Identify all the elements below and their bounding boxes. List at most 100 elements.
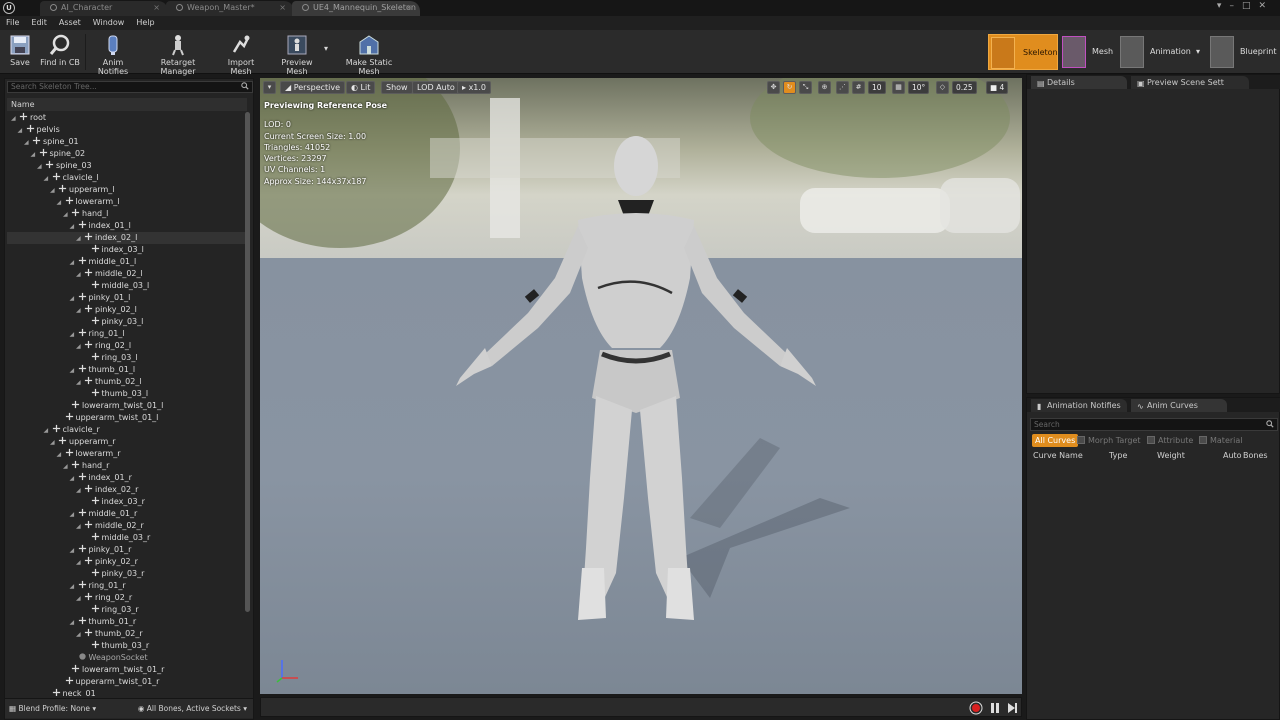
- close-window-icon[interactable]: ✕: [1258, 1, 1274, 11]
- viewport-options-icon[interactable]: ▾: [263, 81, 276, 94]
- tree-scrollbar[interactable]: [245, 112, 250, 612]
- preview-viewport[interactable]: ▾ ◢ Perspective ◐ Lit Show LOD Auto ▸ x1…: [260, 78, 1022, 694]
- scale-snap-icon[interactable]: ◇: [936, 81, 949, 94]
- pause-icon[interactable]: [988, 701, 1002, 715]
- tree-bone-row[interactable]: neck_01: [7, 688, 245, 696]
- tree-bone-row[interactable]: ◢ ring_01_r: [7, 580, 245, 592]
- tree-bone-row[interactable]: ◢ pinky_01_r: [7, 544, 245, 556]
- step-forward-icon[interactable]: [1005, 701, 1019, 715]
- tree-bone-row[interactable]: middle_03_r: [7, 532, 245, 544]
- tree-bone-row[interactable]: ◢ hand_r: [7, 460, 245, 472]
- retarget-manager-button[interactable]: Retarget Manager: [144, 32, 212, 76]
- tree-bone-row[interactable]: ◢ pinky_01_l: [7, 292, 245, 304]
- save-button[interactable]: Save: [6, 32, 34, 72]
- filter-morph-target[interactable]: Morph Target: [1077, 434, 1141, 447]
- document-tab-ai-character[interactable]: AI_Character ×: [40, 1, 168, 16]
- blend-profile-dropdown[interactable]: ▦ Blend Profile: None ▾: [9, 704, 96, 713]
- skeleton-tree-search-input[interactable]: Search Skeleton Tree...: [7, 81, 253, 93]
- tree-bone-row[interactable]: ◢ middle_02_r: [7, 520, 245, 532]
- menu-asset[interactable]: Asset: [53, 16, 87, 30]
- tree-bone-row[interactable]: ◢ spine_03: [7, 160, 245, 172]
- tree-column-header[interactable]: Name: [7, 98, 247, 111]
- mode-blueprint-button[interactable]: Blueprint: [1208, 34, 1278, 70]
- scale-tool-icon[interactable]: ⤡: [799, 81, 812, 94]
- record-icon[interactable]: [969, 701, 983, 715]
- column-weight[interactable]: Weight: [1157, 450, 1185, 462]
- preview-mesh-button[interactable]: Preview Mesh: [270, 32, 324, 76]
- tree-bone-row[interactable]: upperarm_twist_01_l: [7, 412, 245, 424]
- checkbox[interactable]: [1077, 436, 1085, 444]
- tree-bone-row[interactable]: lowerarm_twist_01_l: [7, 400, 245, 412]
- rotate-tool-icon[interactable]: ↻: [783, 81, 796, 94]
- camera-speed-button[interactable]: ■ 4: [986, 81, 1009, 94]
- tree-bone-row[interactable]: ◢ upperarm_r: [7, 436, 245, 448]
- tree-bone-row[interactable]: ◢ ring_01_l: [7, 328, 245, 340]
- tree-bone-row[interactable]: ◢ pelvis: [7, 124, 245, 136]
- maximize-icon[interactable]: □: [1242, 1, 1259, 11]
- column-type[interactable]: Type: [1109, 450, 1127, 462]
- tree-bone-row[interactable]: ◢ pinky_02_l: [7, 304, 245, 316]
- grid-snap-icon[interactable]: #: [852, 81, 865, 94]
- menu-help[interactable]: Help: [130, 16, 160, 30]
- tree-bone-row[interactable]: ◢ clavicle_r: [7, 424, 245, 436]
- scale-snap-value[interactable]: 0.25: [952, 81, 977, 94]
- close-icon[interactable]: ×: [405, 1, 412, 15]
- tree-bone-row[interactable]: ring_03_l: [7, 352, 245, 364]
- tree-bone-row[interactable]: index_03_r: [7, 496, 245, 508]
- bones-filter-dropdown[interactable]: ◉ All Bones, Active Sockets ▾: [138, 704, 247, 713]
- tree-bone-row[interactable]: ◢ thumb_02_r: [7, 628, 245, 640]
- tree-bone-row[interactable]: upperarm_twist_01_r: [7, 676, 245, 688]
- tree-bone-row[interactable]: ◢ ring_02_r: [7, 592, 245, 604]
- tree-bone-row[interactable]: index_03_l: [7, 244, 245, 256]
- column-bones[interactable]: Bones: [1243, 450, 1268, 462]
- feedback-icon[interactable]: ▾: [1217, 1, 1230, 11]
- tree-bone-row[interactable]: ◢ spine_01: [7, 136, 245, 148]
- filter-all-curves[interactable]: All Curves: [1032, 434, 1079, 447]
- tree-bone-row[interactable]: ◢ index_01_r: [7, 472, 245, 484]
- tree-bone-row[interactable]: thumb_03_r: [7, 640, 245, 652]
- menu-window[interactable]: Window: [87, 16, 131, 30]
- document-tab-weapon-master[interactable]: Weapon_Master* ×: [166, 1, 294, 16]
- import-mesh-button[interactable]: Import Mesh: [217, 32, 265, 76]
- close-icon[interactable]: ×: [153, 1, 160, 15]
- rotation-snap-value[interactable]: 10°: [908, 81, 930, 94]
- lit-button[interactable]: ◐ Lit: [346, 81, 376, 94]
- close-icon[interactable]: ×: [279, 1, 286, 15]
- tab-details[interactable]: ▤ Details: [1031, 76, 1127, 89]
- document-tab-mannequin-skeleton[interactable]: UE4_Mannequin_Skeleton ×: [292, 1, 420, 16]
- translate-tool-icon[interactable]: ✥: [767, 81, 780, 94]
- tree-bone-row[interactable]: ◢ thumb_02_l: [7, 376, 245, 388]
- lod-button[interactable]: LOD Auto: [412, 81, 460, 94]
- tree-bone-row[interactable]: ◢ index_02_l: [7, 232, 245, 244]
- tree-bone-row[interactable]: ◢ spine_02: [7, 148, 245, 160]
- tree-bone-row[interactable]: ◢ thumb_01_r: [7, 616, 245, 628]
- tree-bone-row[interactable]: ◢ index_02_r: [7, 484, 245, 496]
- column-auto[interactable]: Auto: [1223, 450, 1242, 462]
- tree-bone-row[interactable]: ◢ thumb_01_l: [7, 364, 245, 376]
- tree-bone-row[interactable]: ring_03_r: [7, 604, 245, 616]
- tree-bone-row[interactable]: ◢ lowerarm_r: [7, 448, 245, 460]
- make-static-mesh-button[interactable]: Make Static Mesh: [336, 32, 402, 76]
- playback-speed-button[interactable]: ▸ x1.0: [457, 81, 492, 94]
- filter-material[interactable]: Material: [1199, 434, 1243, 447]
- menu-file[interactable]: File: [0, 16, 25, 30]
- tree-bone-row[interactable]: thumb_03_l: [7, 388, 245, 400]
- curve-search-input[interactable]: Search: [1030, 418, 1278, 431]
- tree-bone-row[interactable]: ◢ middle_02_l: [7, 268, 245, 280]
- world-space-icon[interactable]: ⊕: [818, 81, 831, 94]
- column-curve-name[interactable]: Curve Name: [1033, 450, 1083, 462]
- mode-skeleton-button[interactable]: Skeleton: [988, 34, 1058, 70]
- checkbox[interactable]: [1199, 436, 1207, 444]
- tab-animation-notifies[interactable]: ▮ Animation Notifies: [1031, 399, 1127, 412]
- show-button[interactable]: Show: [381, 81, 413, 94]
- menu-edit[interactable]: Edit: [25, 16, 53, 30]
- animation-dropdown-icon[interactable]: ▾: [1196, 34, 1200, 70]
- tree-bone-row[interactable]: ◢ root: [7, 112, 245, 124]
- tree-bone-row[interactable]: ◢ index_01_l: [7, 220, 245, 232]
- tree-bone-row[interactable]: ◢ middle_01_l: [7, 256, 245, 268]
- tree-bone-row[interactable]: ◢ pinky_02_r: [7, 556, 245, 568]
- mode-animation-button[interactable]: Animation ▾: [1118, 34, 1206, 70]
- tab-anim-curves[interactable]: ∿ Anim Curves: [1131, 399, 1227, 412]
- checkbox[interactable]: [1147, 436, 1155, 444]
- mode-mesh-button[interactable]: Mesh: [1060, 34, 1116, 70]
